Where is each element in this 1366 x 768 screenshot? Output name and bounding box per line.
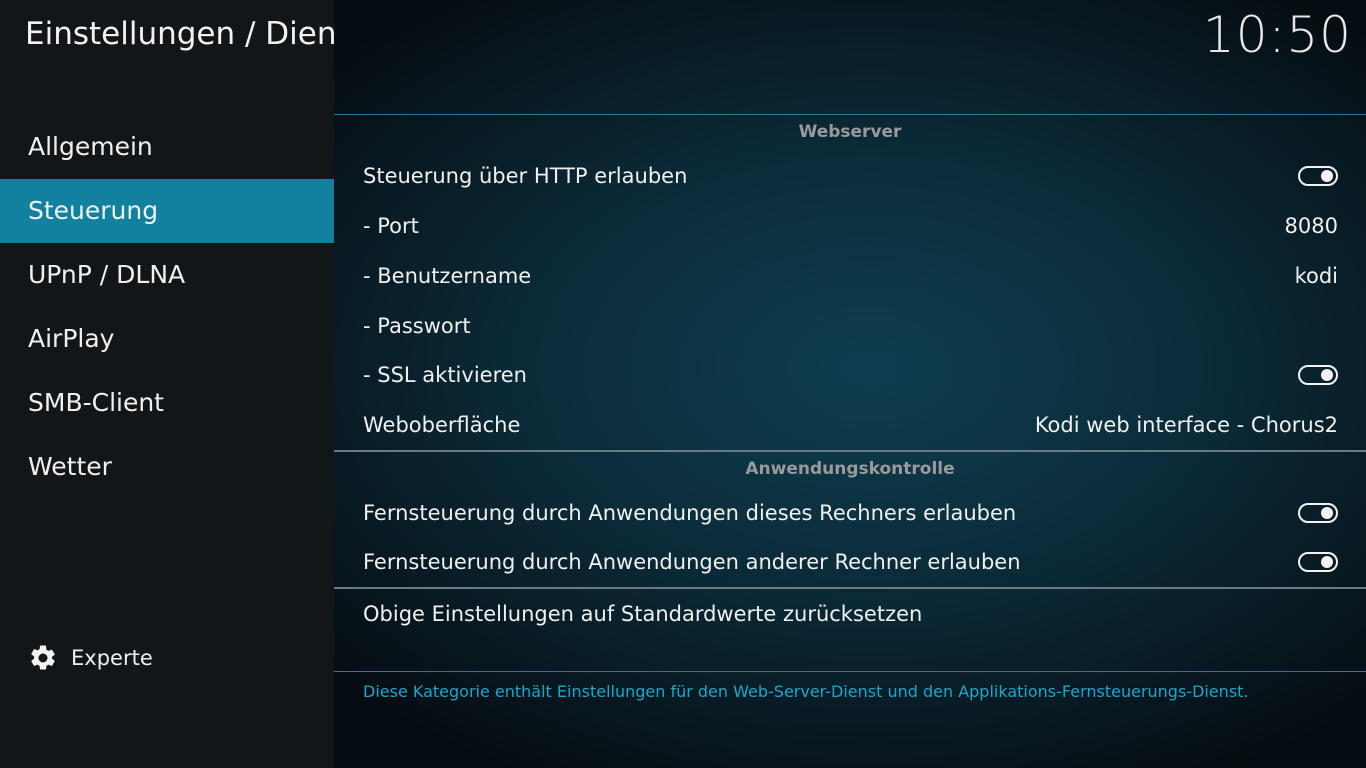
toggle-switch[interactable] [1298, 552, 1338, 572]
setting-label: Fernsteuerung durch Anwendungen dieses R… [363, 501, 1017, 525]
section-divider [334, 450, 1366, 452]
sidebar-item-allgemein[interactable]: Allgemein [0, 115, 334, 179]
section-divider [334, 587, 1366, 589]
setting-http-control[interactable]: Steuerung über HTTP erlauben [363, 154, 1338, 198]
reset-defaults-label: Obige Einstellungen auf Standardwerte zu… [363, 602, 923, 626]
setting-value: 8080 [1284, 214, 1338, 238]
settings-level-button[interactable]: Experte [28, 640, 153, 676]
section-header-anwendungskontrolle: Anwendungskontrolle [745, 459, 955, 479]
top-divider [334, 114, 1366, 115]
settings-level-label: Experte [71, 646, 153, 670]
setting-web-interface[interactable]: Weboberfläche Kodi web interface - Choru… [363, 403, 1338, 447]
toggle-knob [1321, 556, 1333, 568]
gear-icon [28, 643, 58, 673]
setting-label: - Benutzername [363, 264, 532, 288]
reset-defaults-button[interactable]: Obige Einstellungen auf Standardwerte zu… [363, 592, 1338, 636]
setting-label: Steuerung über HTTP erlauben [363, 164, 688, 188]
setting-ssl[interactable]: - SSL aktivieren [363, 353, 1338, 397]
settings-panel: 10:50 Webserver Steuerung über HTTP erla… [334, 0, 1366, 768]
setting-remote-local[interactable]: Fernsteuerung durch Anwendungen dieses R… [363, 491, 1338, 535]
toggle-knob [1321, 170, 1333, 182]
category-description: Diese Kategorie enthält Einstellungen fü… [363, 682, 1249, 701]
setting-value: kodi [1294, 264, 1338, 288]
settings-screen: Einstellungen / Dienste Allgemein Steuer… [0, 0, 1366, 768]
setting-label: - Port [363, 214, 419, 238]
setting-label: Fernsteuerung durch Anwendungen anderer … [363, 550, 1021, 574]
toggle-switch[interactable] [1298, 503, 1338, 523]
toggle-knob [1321, 369, 1333, 381]
setting-label: Weboberfläche [363, 413, 521, 437]
section-header-webserver: Webserver [798, 122, 902, 142]
clock: 10:50 [1202, 6, 1352, 64]
sidebar-item-smb-client[interactable]: SMB-Client [0, 371, 334, 435]
sidebar-item-wetter[interactable]: Wetter [0, 435, 334, 499]
sidebar-item-upnp-dlna[interactable]: UPnP / DLNA [0, 243, 334, 307]
sidebar: Einstellungen / Dienste Allgemein Steuer… [0, 0, 384, 768]
page-title: Einstellungen / Dienste [25, 16, 384, 52]
setting-username[interactable]: - Benutzername kodi [363, 254, 1338, 298]
setting-label: - Passwort [363, 314, 471, 338]
toggle-switch[interactable] [1298, 166, 1338, 186]
sidebar-item-airplay[interactable]: AirPlay [0, 307, 334, 371]
sidebar-item-steuerung[interactable]: Steuerung [0, 179, 334, 243]
setting-password[interactable]: - Passwort [363, 304, 1338, 348]
bottom-divider [334, 671, 1366, 672]
sidebar-nav: Allgemein Steuerung UPnP / DLNA AirPlay … [0, 115, 334, 499]
toggle-knob [1321, 507, 1333, 519]
setting-label: - SSL aktivieren [363, 363, 527, 387]
setting-port[interactable]: - Port 8080 [363, 204, 1338, 248]
setting-remote-other[interactable]: Fernsteuerung durch Anwendungen anderer … [363, 540, 1338, 584]
setting-value: Kodi web interface - Chorus2 [1034, 413, 1338, 437]
toggle-switch[interactable] [1298, 365, 1338, 385]
